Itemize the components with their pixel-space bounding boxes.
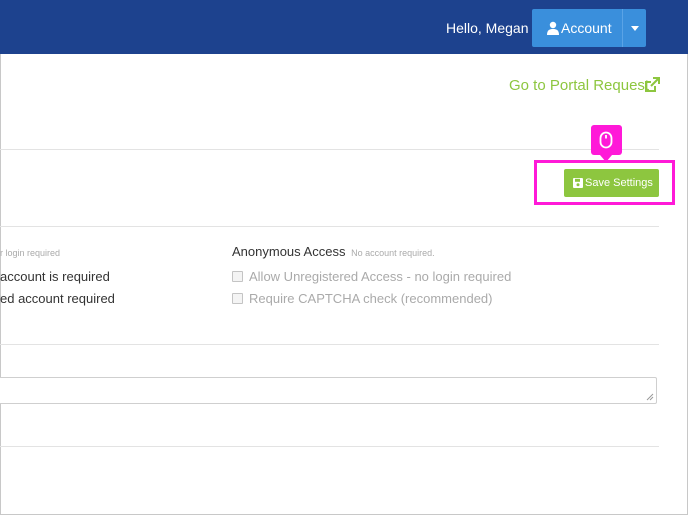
divider (0, 446, 659, 447)
floppy-disk-icon (573, 178, 583, 188)
top-navbar: Hello, Megan Account (0, 0, 688, 54)
option-account-required[interactable]: account is required (0, 269, 110, 284)
checkbox[interactable] (232, 271, 243, 282)
save-settings-label: Save Settings (585, 177, 653, 189)
divider (0, 226, 659, 227)
divider (0, 149, 659, 150)
checkbox[interactable] (232, 293, 243, 304)
resize-grip-icon[interactable] (646, 393, 654, 401)
save-settings-button[interactable]: Save Settings (564, 169, 659, 197)
account-button-group: Account (532, 9, 646, 47)
external-link-icon (645, 77, 660, 92)
anonymous-access-heading: Anonymous Access No account required. (232, 244, 435, 259)
login-required-subtext: r login required (0, 248, 61, 258)
account-label: Account (561, 20, 612, 36)
divider (0, 344, 659, 345)
option-named-account-required[interactable]: ed account required (0, 291, 115, 306)
account-dropdown-toggle[interactable] (622, 9, 647, 47)
user-icon (547, 21, 559, 35)
portal-request-link[interactable]: Go to Portal Request (509, 77, 660, 94)
click-indicator (591, 125, 622, 162)
caret-down-icon (631, 26, 639, 31)
greeting-text: Hello, Megan (446, 20, 529, 36)
account-button[interactable]: Account (532, 9, 622, 47)
mouse-icon (599, 131, 613, 149)
text-area[interactable] (0, 377, 657, 404)
checkbox-label: Require CAPTCHA check (recommended) (249, 291, 493, 306)
portal-request-label: Go to Portal Request (509, 77, 650, 94)
anonymous-access-subtitle: No account required. (351, 248, 435, 258)
checkbox-label: Allow Unregistered Access - no login req… (249, 269, 512, 284)
anonymous-access-title: Anonymous Access (232, 244, 346, 259)
